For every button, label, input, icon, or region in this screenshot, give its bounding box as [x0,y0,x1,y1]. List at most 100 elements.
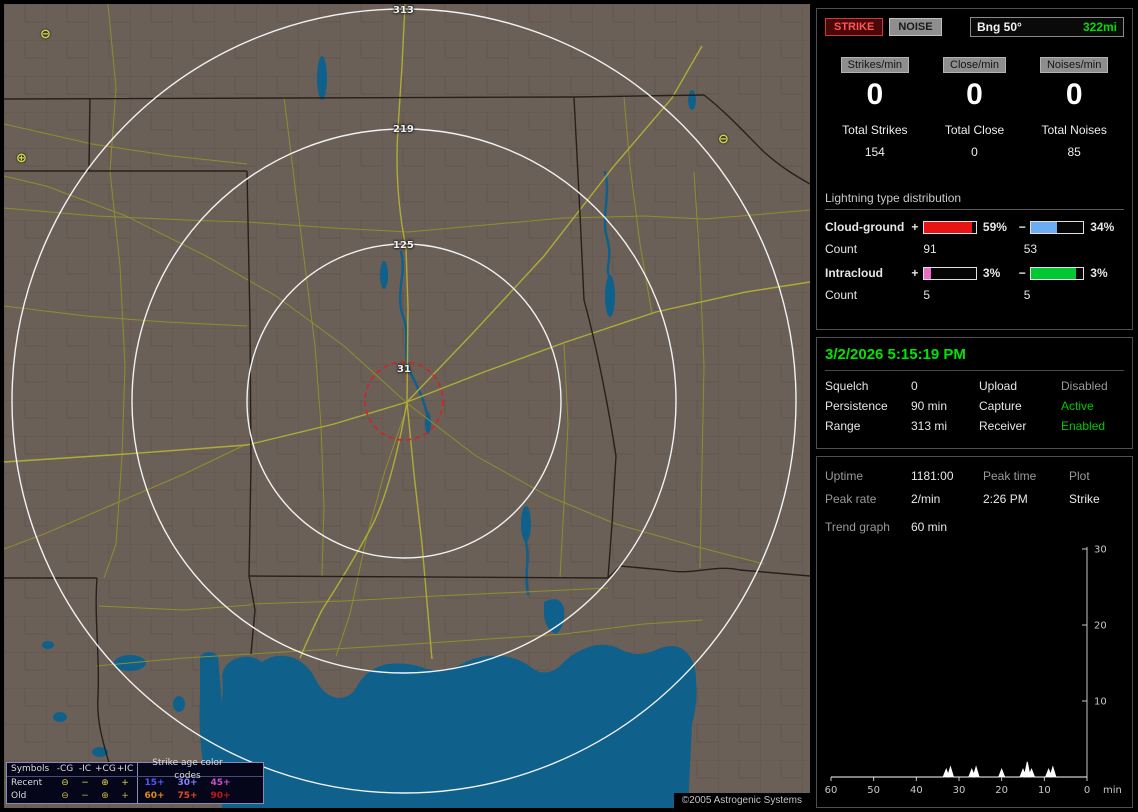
persistence-label: Persistence [825,399,888,413]
peak-rate-label: Peak rate [825,492,877,506]
total-noises-value: 85 [1067,145,1081,159]
range-ring-label: 313 [393,5,414,16]
stats-row: Uptime 1181:00 Peak time Plot [825,465,1124,488]
plus-sign: + [911,266,919,280]
persistence-value: 90 min [911,399,948,413]
total-close-label: Total Close [944,123,1005,137]
trend-graph-header: Trend graph 60 min [825,519,1124,535]
bearing-label: Bng 50° [977,20,1022,34]
range-label: Range [825,419,861,433]
intracloud-count-row: Count 5 5 [825,288,1124,302]
peak-time-value: 2:26 PM [983,492,1028,506]
trend-stats-panel: Uptime 1181:00 Peak time Plot Peak rate … [816,456,1133,808]
squelch-value: 0 [911,379,918,393]
distribution-title: Lightning type distribution [825,191,1124,210]
age-code: 15+ [144,778,165,788]
legend-symbols-header: Symbols [11,764,50,774]
svg-text:20: 20 [995,785,1008,796]
close-per-min-button[interactable]: Close/min [943,57,1006,73]
noises-per-min-value: 0 [1065,78,1083,111]
strikes-per-min-value: 0 [866,78,884,111]
stats-row: Peak rate 2/min 2:26 PM Strike [825,488,1124,511]
settings-row: Range 313 mi Receiver Enabled [825,416,1124,436]
intracloud-label: Intracloud [825,266,884,280]
cg-plus-pct: 59% [982,220,1007,234]
plot-value: Strike [1069,492,1100,506]
minus-sign: − [1018,220,1026,234]
svg-text:10: 10 [1038,785,1051,796]
age-code: 60+ [144,791,165,801]
svg-text:50: 50 [867,785,880,796]
noises-per-min-button[interactable]: Noises/min [1039,57,1109,73]
svg-text:60: 60 [825,785,837,796]
count-label: Count [825,242,858,256]
legend-col-neg-ic: -IC [78,764,92,774]
strike-button[interactable]: STRIKE [825,18,884,36]
pos-cg-icon: ⊕ [101,778,109,788]
pos-cg-icon: ⊕ [101,791,109,801]
noise-button[interactable]: NOISE [889,18,942,36]
strikes-per-min-button[interactable]: Strikes/min [840,57,910,73]
noises-counter-column: Noises/min 0 Total Noises 85 [1024,57,1124,159]
age-code: 30+ [177,778,198,788]
pos-ic-icon: + [121,791,129,801]
strikes-counter-column: Strikes/min 0 Total Strikes 154 [825,57,925,159]
cloud-ground-label: Cloud-ground [825,220,905,234]
legend-col-neg-cg: -CG [56,764,74,774]
strike-status-panel: STRIKE NOISE Bng 50° 322mi Strikes/min 0… [816,8,1133,330]
ic-plus-bar [922,266,977,280]
plus-sign: + [911,220,919,234]
bearing-range-display: Bng 50° 322mi [970,17,1124,37]
age-code: 90+ [210,791,231,801]
legend-col-pos-cg: +CG [95,764,116,774]
range-value: 313 mi [911,419,948,433]
neg-ic-icon: − [81,791,89,801]
age-code: 45+ [210,778,231,788]
neg-cg-icon: ⊖ [61,791,69,801]
neg-cg-strike-icon: ⊖ [718,132,729,147]
peak-rate-value: 2/min [911,492,941,506]
svg-text:0: 0 [1084,785,1090,796]
ic-minus-pct: 3% [1090,266,1108,280]
close-per-min-value: 0 [966,78,983,111]
bearing-range-value: 322mi [1082,20,1117,34]
legend-row-recent-label: Recent [11,778,43,788]
cg-minus-pct: 34% [1090,220,1115,234]
peak-time-label: Peak time [983,469,1037,483]
minus-sign: − [1018,266,1026,280]
trend-graph-label: Trend graph [825,520,890,534]
intracloud-row: Intracloud + 3% − 3% [825,266,1124,280]
svg-text:20: 20 [1094,621,1107,632]
pos-cg-strike-icon: ⊕ [16,151,27,166]
receiver-settings-panel: 3/2/2026 5:15:19 PM Squelch 0 Upload Dis… [816,337,1133,449]
total-close-value: 0 [971,145,978,159]
close-counter-column: Close/min 0 Total Close 0 [925,57,1025,159]
receiver-label: Receiver [979,419,1027,433]
trend-graph: 60 50 40 30 20 10 0 min 30 20 10 [825,545,1122,797]
svg-text:min: min [1103,785,1122,796]
ic-plus-count: 5 [923,288,931,302]
capture-label: Capture [979,399,1022,413]
svg-text:40: 40 [910,785,923,796]
plot-label: Plot [1069,469,1090,483]
legend-col-pos-ic: +IC [116,764,134,774]
svg-text:30: 30 [1094,545,1107,556]
total-strikes-label: Total Strikes [842,123,908,137]
neg-cg-strike-icon: ⊖ [40,27,51,42]
map-panel: 313 219 125 31 Symbols -CG -IC +CG +IC S… [4,4,810,808]
svg-text:30: 30 [953,785,966,796]
svg-text:10: 10 [1094,697,1107,708]
cloud-ground-count-row: Count 91 53 [825,242,1124,256]
datetime-display: 3/2/2026 5:15:19 PM [825,346,966,363]
legend-row-old-label: Old [11,791,27,801]
cg-plus-bar [922,220,977,234]
cg-minus-count: 53 [1023,242,1038,256]
range-ring-label: 125 [393,240,414,251]
pos-ic-icon: + [121,778,129,788]
ic-minus-bar [1029,266,1085,280]
cloud-ground-row: Cloud-ground + 59% − 34% [825,220,1124,234]
copyright-text: ©2005 Astrogenic Systems [673,793,810,808]
receiver-status: Enabled [1061,419,1106,433]
trend-graph-window: 60 min [911,520,948,534]
capture-status: Active [1061,399,1094,413]
